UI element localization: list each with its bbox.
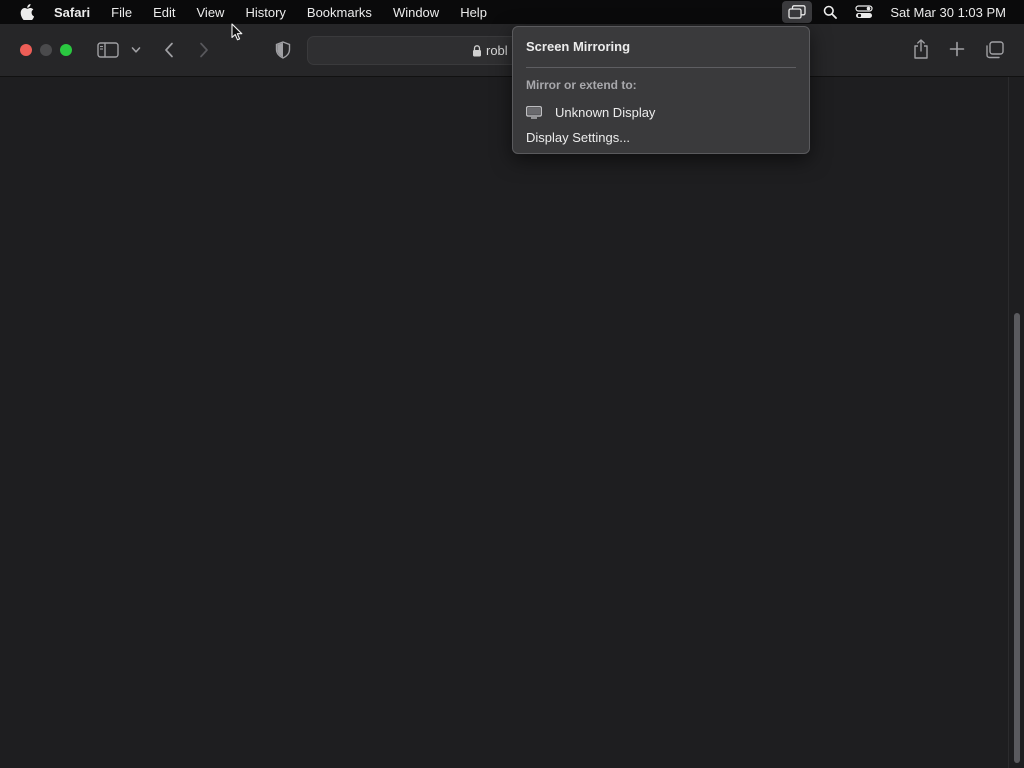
menu-history[interactable]: History	[245, 5, 285, 20]
vertical-scrollbar[interactable]	[1008, 77, 1024, 768]
shield-icon[interactable]	[273, 40, 293, 60]
menu-file[interactable]: File	[111, 5, 132, 20]
share-icon[interactable]	[911, 38, 931, 60]
menubar-status-area: Sat Mar 30 1:03 PM	[782, 0, 1024, 24]
window-minimize-button[interactable]	[40, 44, 52, 56]
scrollbar-thumb[interactable]	[1014, 313, 1020, 763]
menu-view[interactable]: View	[197, 5, 225, 20]
search-icon[interactable]	[820, 0, 840, 24]
menu-help[interactable]: Help	[460, 5, 487, 20]
screen-mirroring-title: Screen Mirroring	[526, 39, 631, 54]
device-label: Unknown Display	[555, 104, 656, 120]
control-center-icon[interactable]	[852, 0, 876, 24]
menu-separator	[526, 67, 796, 68]
chevron-down-icon[interactable]	[128, 42, 144, 58]
unknown-display-item[interactable]: Unknown Display	[526, 103, 655, 121]
menu-bar: Safari File Edit View History Bookmarks …	[0, 0, 1024, 24]
menu-edit[interactable]: Edit	[153, 5, 175, 20]
plus-icon[interactable]	[948, 40, 966, 58]
display-settings-item[interactable]: Display Settings...	[526, 130, 630, 145]
sidebar-icon[interactable]	[96, 40, 120, 60]
back-chevron-icon[interactable]	[160, 40, 178, 60]
web-content[interactable]	[0, 77, 1008, 768]
menu-window[interactable]: Window	[393, 5, 439, 20]
mirror-extend-label: Mirror or extend to:	[526, 78, 637, 92]
screen-mirroring-menu: Screen Mirroring Mirror or extend to: Un…	[512, 26, 810, 154]
display-icon	[526, 105, 542, 119]
address-text: robl	[486, 43, 508, 58]
menu-bookmarks[interactable]: Bookmarks	[307, 5, 372, 20]
screen-mirroring-icon[interactable]	[782, 1, 813, 23]
lock-icon	[472, 44, 482, 57]
menubar-clock[interactable]: Sat Mar 30 1:03 PM	[890, 5, 1006, 20]
menu-app-name[interactable]: Safari	[54, 5, 90, 20]
mouse-pointer-icon	[231, 23, 243, 41]
window-zoom-button[interactable]	[60, 44, 72, 56]
tabs-overview-icon[interactable]	[985, 40, 1005, 60]
apple-logo-icon[interactable]	[19, 4, 35, 20]
forward-chevron-icon[interactable]	[195, 40, 213, 60]
window-close-button[interactable]	[20, 44, 32, 56]
